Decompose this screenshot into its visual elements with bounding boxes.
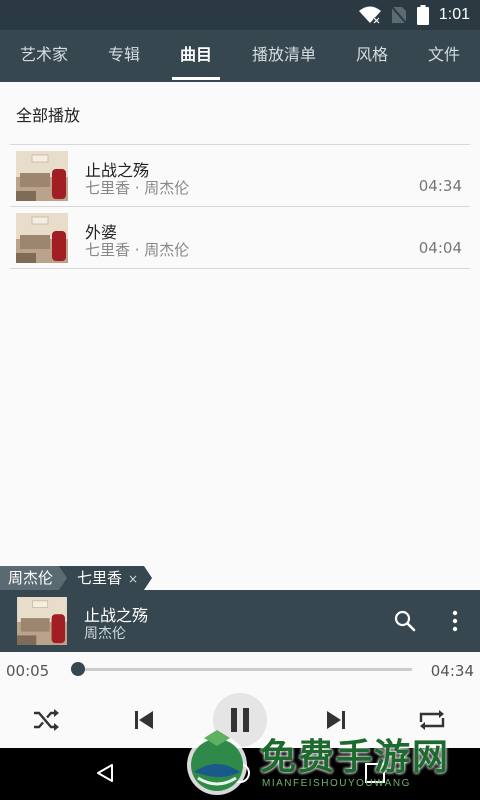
- previous-button[interactable]: [128, 704, 160, 736]
- tab-genres[interactable]: 风格: [336, 30, 408, 82]
- breadcrumb-album[interactable]: 七里香 ×: [67, 566, 145, 590]
- shuffle-icon: [34, 709, 59, 731]
- list-item[interactable]: 外婆 七里香 · 周杰伦 04:04: [10, 207, 470, 269]
- total-time: 04:34: [430, 662, 474, 680]
- status-bar: 1:01: [0, 0, 480, 30]
- song-subtitle: 七里香 · 周杰伦: [85, 179, 190, 197]
- elapsed-time: 00:05: [6, 662, 50, 680]
- more-options-icon[interactable]: [448, 610, 462, 632]
- tab-files[interactable]: 文件: [408, 30, 480, 82]
- seek-handle[interactable]: [71, 662, 86, 676]
- tab-playlists[interactable]: 播放清单: [232, 30, 336, 82]
- breadcrumb-end: [144, 566, 153, 590]
- back-icon[interactable]: [94, 762, 116, 784]
- tab-albums[interactable]: 专辑: [88, 30, 160, 82]
- shuffle-button[interactable]: [30, 704, 62, 736]
- list-item[interactable]: 止战之殇 七里香 · 周杰伦 04:34: [10, 145, 470, 207]
- now-playing-album-art: [16, 597, 68, 645]
- no-sim-icon: [391, 6, 407, 24]
- watermark-subtext: MIANFEISHOUYOUWANG: [262, 778, 411, 789]
- now-playing-bar[interactable]: 止战之殇 周杰伦: [0, 590, 480, 652]
- wifi-icon: [358, 6, 381, 24]
- breadcrumb: 周杰伦 七里香 ×: [0, 566, 153, 590]
- battery-icon: [416, 5, 429, 25]
- skip-previous-icon: [135, 711, 153, 729]
- breadcrumb-album-label: 七里香: [77, 569, 123, 587]
- status-time: 1:01: [438, 6, 470, 23]
- now-playing-artist: 周杰伦: [84, 626, 126, 642]
- watermark-text: 免费手游网: [260, 736, 451, 778]
- watermark-logo-icon: [187, 730, 247, 795]
- tab-artists[interactable]: 艺术家: [0, 30, 88, 82]
- song-duration: 04:04: [418, 239, 462, 257]
- seek-track[interactable]: [71, 662, 412, 676]
- tab-tracks[interactable]: 曲目: [160, 30, 232, 82]
- tab-bar: 艺术家 专辑 曲目 播放清单 风格 文件: [0, 30, 480, 82]
- song-subtitle: 七里香 · 周杰伦: [85, 241, 190, 259]
- song-duration: 04:34: [418, 177, 462, 195]
- album-art: [16, 151, 68, 201]
- watermark: 免费手游网 MIANFEISHOUYOUWANG: [182, 728, 472, 800]
- close-icon[interactable]: ×: [128, 572, 138, 586]
- seek-bar-area: 00:05 04:34: [0, 652, 480, 692]
- breadcrumb-artist[interactable]: 周杰伦: [0, 566, 60, 590]
- search-icon[interactable]: [394, 610, 416, 632]
- album-art: [16, 213, 68, 263]
- breadcrumb-separator: [59, 566, 68, 590]
- play-all-button[interactable]: 全部播放: [16, 102, 80, 126]
- track-list: 止战之殇 七里香 · 周杰伦 04:34 外婆 七里香 · 周杰伦 04:04: [10, 144, 470, 269]
